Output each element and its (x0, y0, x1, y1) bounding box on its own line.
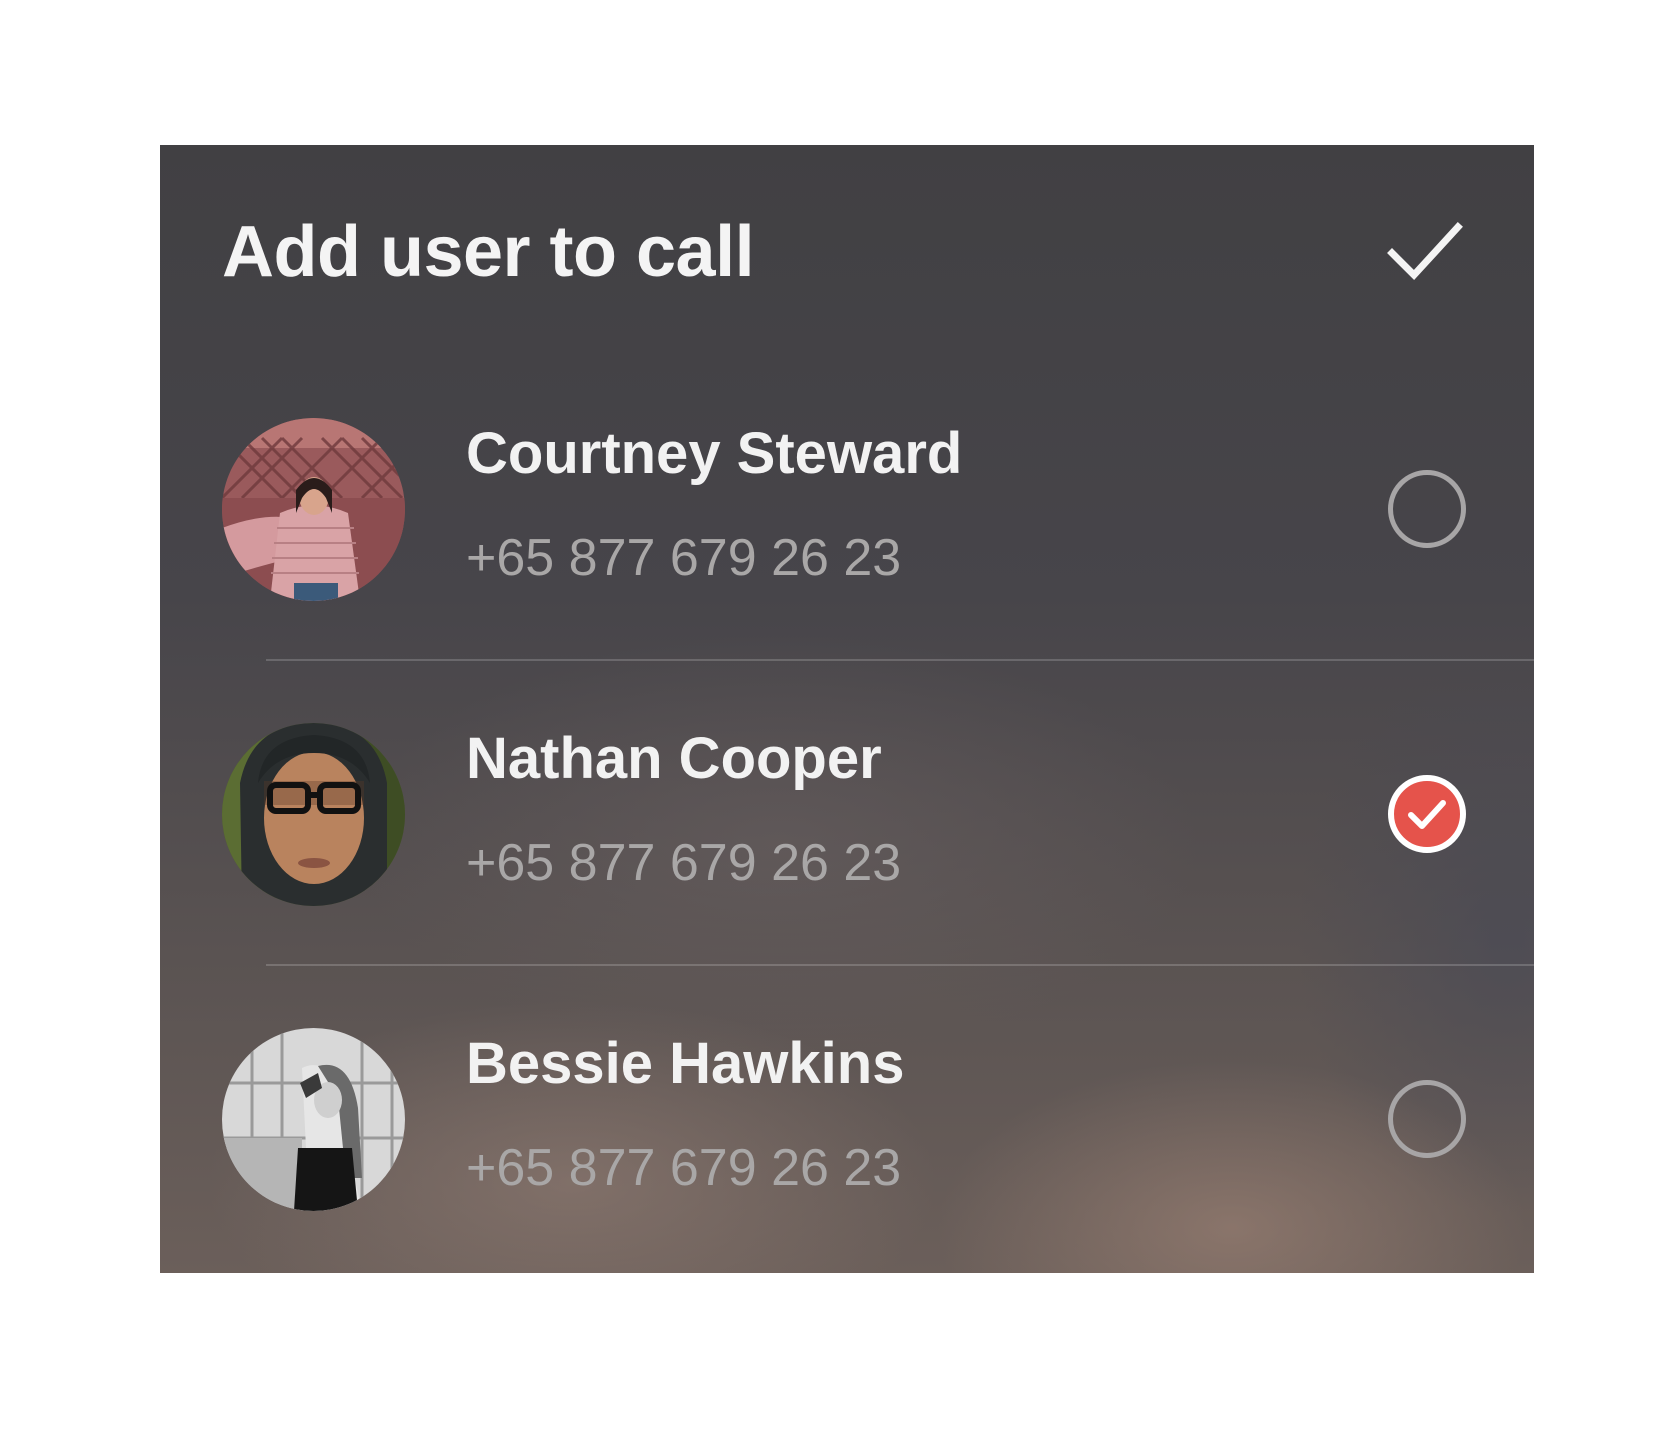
select-radio[interactable] (1388, 470, 1466, 548)
contact-phone: +65 877 679 26 23 (466, 1139, 902, 1197)
select-radio[interactable] (1388, 775, 1466, 853)
divider (266, 964, 1534, 966)
contact-name: Bessie Hawkins (466, 1031, 905, 1096)
divider (266, 659, 1534, 661)
check-icon (1408, 800, 1446, 829)
avatar (222, 1028, 405, 1211)
select-radio[interactable] (1388, 1080, 1466, 1158)
contact-phone: +65 877 679 26 23 (466, 529, 902, 587)
contact-name: Nathan Cooper (466, 726, 882, 791)
contact-row[interactable]: Bessie Hawkins +65 877 679 26 23 (160, 145, 1534, 1211)
contact-phone: +65 877 679 26 23 (466, 834, 902, 892)
add-user-dialog: Add user to call Courtney Steward +65 87… (160, 145, 1534, 1273)
avatar (222, 723, 405, 906)
